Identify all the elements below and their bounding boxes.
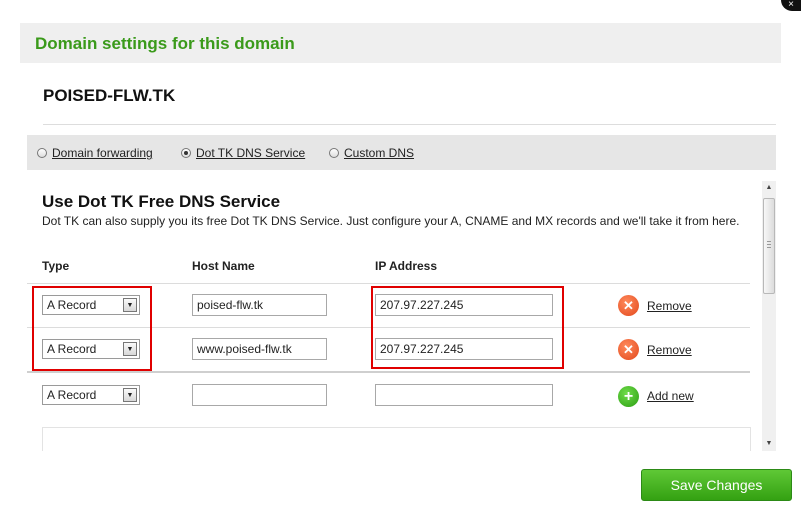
ip-address-input[interactable]: 207.97.227.245 xyxy=(375,338,553,360)
host-name-input[interactable]: www.poised-flw.tk xyxy=(192,338,327,360)
option-domain-forwarding[interactable]: Domain forwarding xyxy=(37,146,153,160)
dialog-title: Domain settings for this domain xyxy=(35,34,295,53)
ip-address-input[interactable]: 207.97.227.245 xyxy=(375,294,553,316)
add-new-link[interactable]: Add new xyxy=(647,389,694,403)
remove-icon[interactable]: ✕ xyxy=(618,295,639,316)
remove-icon[interactable]: ✕ xyxy=(618,339,639,360)
new-host-name-input[interactable] xyxy=(192,384,327,406)
save-changes-button[interactable]: Save Changes xyxy=(641,469,792,501)
section-description: Dot TK can also supply you its free Dot … xyxy=(42,214,740,228)
column-header-host: Host Name xyxy=(192,259,255,273)
column-header-type: Type xyxy=(42,259,70,273)
radio-dottk-dns[interactable] xyxy=(181,148,191,158)
row-divider xyxy=(27,327,750,328)
option-label[interactable]: Domain forwarding xyxy=(52,146,153,160)
select-value: A Record xyxy=(47,298,97,312)
divider xyxy=(43,124,776,125)
radio-domain-forwarding[interactable] xyxy=(37,148,47,158)
grip-line xyxy=(767,247,771,248)
close-icon[interactable]: × xyxy=(781,0,801,11)
grip-line xyxy=(767,244,771,245)
grip-line xyxy=(767,241,771,242)
section-title: Use Dot TK Free DNS Service xyxy=(42,192,281,211)
chevron-down-icon[interactable]: ▼ xyxy=(123,298,137,312)
scroll-up-icon[interactable]: ▲ xyxy=(762,181,776,195)
record-type-select[interactable]: A Record ▼ xyxy=(42,295,140,315)
column-header-ip: IP Address xyxy=(375,259,438,273)
select-value: A Record xyxy=(47,388,97,402)
option-custom-dns[interactable]: Custom DNS xyxy=(329,146,414,160)
dns-option-bar: Domain forwarding Dot TK DNS Service Cus… xyxy=(27,135,776,170)
record-type-select[interactable]: A Record ▼ xyxy=(42,339,140,359)
remove-link[interactable]: Remove xyxy=(647,299,692,313)
domain-name: POISED-FLW.TK xyxy=(43,86,176,105)
dialog-header: Domain settings for this domain xyxy=(20,23,781,63)
row-divider xyxy=(27,371,750,373)
option-label[interactable]: Dot TK DNS Service xyxy=(196,146,305,160)
option-dottk-dns[interactable]: Dot TK DNS Service xyxy=(181,146,305,160)
new-record-type-select[interactable]: A Record ▼ xyxy=(42,385,140,405)
add-icon[interactable]: + xyxy=(618,386,639,407)
remove-link[interactable]: Remove xyxy=(647,343,692,357)
scroll-down-icon[interactable]: ▼ xyxy=(762,437,776,451)
new-ip-address-input[interactable] xyxy=(375,384,553,406)
option-label[interactable]: Custom DNS xyxy=(344,146,414,160)
scrollbar-thumb[interactable] xyxy=(763,198,775,294)
radio-custom-dns[interactable] xyxy=(329,148,339,158)
chevron-down-icon[interactable]: ▼ xyxy=(123,388,137,402)
row-divider xyxy=(27,283,750,284)
host-name-input[interactable]: poised-flw.tk xyxy=(192,294,327,316)
empty-panel xyxy=(42,427,751,451)
dns-records-panel: Use Dot TK Free DNS Service Dot TK can a… xyxy=(27,181,762,451)
scrollbar[interactable]: ▲ ▼ xyxy=(762,181,776,451)
select-value: A Record xyxy=(47,342,97,356)
chevron-down-icon[interactable]: ▼ xyxy=(123,342,137,356)
